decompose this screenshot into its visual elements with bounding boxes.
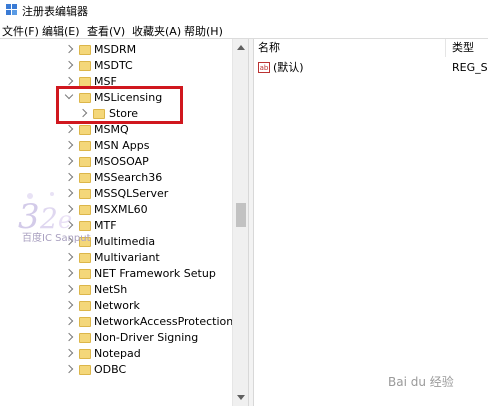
- folder-icon: [79, 253, 91, 263]
- chevron-right-icon[interactable]: [64, 364, 74, 374]
- tree-item-netsh[interactable]: NetSh: [0, 282, 232, 298]
- menu-favorites[interactable]: 收藏夹(A): [132, 23, 181, 39]
- tree-item-label: Multimedia: [94, 235, 156, 248]
- tree-item-msosoap[interactable]: MSOSOAP: [0, 154, 232, 170]
- menu-edit[interactable]: 编辑(E): [42, 23, 80, 39]
- folder-icon: [79, 285, 91, 295]
- chevron-right-icon[interactable]: [64, 284, 74, 294]
- tree-item-mssearch36[interactable]: MSSearch36: [0, 170, 232, 186]
- tree-item-label: Multivariant: [94, 251, 160, 264]
- folder-icon: [79, 269, 91, 279]
- watermark-left-text: 百度IC Sanput: [22, 233, 91, 244]
- scroll-down-arrow-icon[interactable]: [237, 395, 245, 400]
- chevron-right-icon[interactable]: [64, 316, 74, 326]
- tree-item-label: MSOSOAP: [94, 155, 149, 168]
- tree-item-network[interactable]: Network: [0, 298, 232, 314]
- tree-item-label: Notepad: [94, 347, 141, 360]
- chevron-right-icon[interactable]: [64, 124, 74, 134]
- tree-item-label: NetworkAccessProtection: [94, 315, 232, 328]
- menu-view[interactable]: 查看(V): [87, 23, 125, 39]
- column-header-name[interactable]: 名称: [254, 39, 446, 57]
- tree-item-label: MSN Apps: [94, 139, 150, 152]
- scroll-thumb[interactable]: [236, 203, 246, 227]
- tree-item-label: NetSh: [94, 283, 128, 296]
- tree-item-label: Non-Driver Signing: [94, 331, 199, 344]
- highlight-box: [56, 86, 183, 124]
- folder-icon: [79, 349, 91, 359]
- tree-item-msdtc[interactable]: MSDTC: [0, 58, 232, 74]
- tree-scrollbar[interactable]: [232, 39, 249, 406]
- tree-item-networkaccessprotection[interactable]: NetworkAccessProtection: [0, 314, 232, 330]
- watermark-right-text: Bai du 经验: [388, 375, 454, 389]
- tree-item-label: MSSQLServer: [94, 187, 169, 200]
- string-value-icon: ab: [258, 62, 270, 73]
- folder-icon: [79, 173, 91, 183]
- menu-file[interactable]: 文件(F): [2, 23, 39, 39]
- folder-icon: [79, 141, 91, 151]
- tree-item-non-driver-signing[interactable]: Non-Driver Signing: [0, 330, 232, 346]
- tree-item-label: MSXML60: [94, 203, 148, 216]
- column-header-type[interactable]: 类型: [446, 39, 488, 57]
- chevron-right-icon[interactable]: [64, 172, 74, 182]
- folder-icon: [79, 317, 91, 327]
- menu-bar: 文件(F) 编辑(E) 查看(V) 收藏夹(A) 帮助(H): [0, 20, 488, 39]
- tree-item-net-framework-setup[interactable]: NET Framework Setup: [0, 266, 232, 282]
- window-title: 注册表编辑器: [22, 5, 88, 18]
- value-name[interactable]: (默认): [273, 60, 304, 76]
- folder-icon: [79, 61, 91, 71]
- tree-item-notepad[interactable]: Notepad: [0, 346, 232, 362]
- chevron-right-icon[interactable]: [64, 252, 74, 262]
- regedit-app-icon: [6, 4, 17, 15]
- values-pane[interactable]: 名称 类型 ab (默认) REG_SZ: [254, 39, 488, 406]
- tree-item-multivariant[interactable]: Multivariant: [0, 250, 232, 266]
- tree-item-odbc[interactable]: ODBC: [0, 362, 232, 378]
- menu-help[interactable]: 帮助(H): [184, 23, 223, 39]
- tree-item-msdrm[interactable]: MSDRM: [0, 42, 232, 58]
- value-type: REG_SZ: [452, 61, 488, 74]
- folder-icon: [79, 333, 91, 343]
- tree-item-label: ODBC: [94, 363, 127, 376]
- chevron-right-icon[interactable]: [64, 268, 74, 278]
- folder-icon: [79, 157, 91, 167]
- chevron-right-icon[interactable]: [64, 76, 74, 86]
- chevron-right-icon[interactable]: [64, 60, 74, 70]
- tree-item-label: MTF: [94, 219, 117, 232]
- tree-item-label: MSMQ: [94, 123, 129, 136]
- tree-item-label: MSDTC: [94, 59, 133, 72]
- tree-item-label: MSSearch36: [94, 171, 163, 184]
- chevron-right-icon[interactable]: [64, 300, 74, 310]
- title-bar: 注册表编辑器: [0, 0, 488, 21]
- chevron-right-icon[interactable]: [64, 44, 74, 54]
- folder-icon: [79, 365, 91, 375]
- tree-item-msn-apps[interactable]: MSN Apps: [0, 138, 232, 154]
- folder-icon: [79, 125, 91, 135]
- chevron-right-icon[interactable]: [64, 348, 74, 358]
- scroll-up-arrow-icon[interactable]: [237, 45, 245, 50]
- chevron-right-icon[interactable]: [64, 140, 74, 150]
- folder-icon: [79, 301, 91, 311]
- tree-item-label: Network: [94, 299, 140, 312]
- chevron-right-icon[interactable]: [64, 156, 74, 166]
- tree-item-msmq[interactable]: MSMQ: [0, 122, 232, 138]
- tree-item-label: MSDRM: [94, 43, 137, 56]
- folder-icon: [79, 45, 91, 55]
- chevron-right-icon[interactable]: [64, 332, 74, 342]
- tree-item-label: NET Framework Setup: [94, 267, 216, 280]
